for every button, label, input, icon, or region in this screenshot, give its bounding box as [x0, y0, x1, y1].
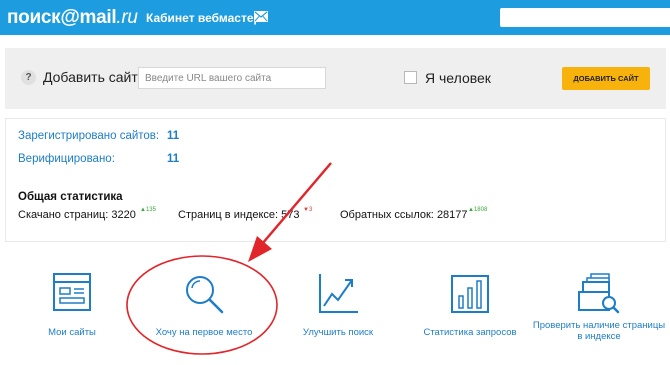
stats-card: Зарегистрировано сайтов: 11 Верифицирова… [5, 118, 666, 242]
backlinks-metric: Обратных ссылок: 28177 [340, 209, 468, 221]
growth-chart-icon [319, 274, 358, 313]
browser-window-icon [53, 273, 91, 311]
logo-mail: mail [79, 7, 117, 28]
human-checkbox[interactable] [404, 71, 417, 84]
human-checkbox-label[interactable]: Я человек [425, 70, 491, 86]
header-search-input[interactable] [500, 8, 670, 27]
action-first-place[interactable]: Хочу на первое место [150, 272, 258, 338]
mail-icon[interactable] [254, 11, 268, 22]
downloaded-pages-delta: ▲135 [140, 207, 156, 213]
site-url-input[interactable] [138, 67, 326, 89]
backlinks-label: Обратных ссылок: [340, 209, 434, 221]
indexed-pages-metric: Страниц в индексе: 573 [178, 209, 299, 221]
action-label[interactable]: Мои сайты [20, 327, 124, 338]
indexed-pages-delta: ▼3 [303, 207, 313, 213]
backlinks-value: 28177 [436, 209, 468, 221]
backlinks-delta: ▲1808 [468, 207, 488, 213]
action-improve-search[interactable]: Улучшить поиск [288, 272, 388, 338]
registered-sites-value[interactable]: 11 [167, 130, 179, 142]
downloaded-pages-metric: Скачано страниц: 3220 [18, 209, 136, 221]
action-check-index[interactable]: Проверить наличие страницы в индексе [532, 272, 666, 342]
bar-chart-icon [451, 275, 489, 313]
action-label[interactable]: Улучшить поиск [288, 327, 388, 338]
action-query-stats[interactable]: Статистика запросов [418, 272, 522, 338]
logo-at: @ [60, 6, 80, 28]
verified-sites-value[interactable]: 11 [167, 153, 179, 165]
add-site-button[interactable]: Добавить сайт [562, 67, 650, 90]
magnifier-icon [186, 276, 224, 314]
site-logo[interactable]: поиск@mail.ru [7, 6, 138, 28]
indexed-pages-label: Страниц в индексе: [178, 209, 279, 221]
registered-sites-label[interactable]: Зарегистрировано сайтов: [18, 130, 159, 142]
action-label[interactable]: Статистика запросов [418, 327, 522, 338]
general-stats-title: Общая статистика [18, 191, 123, 203]
indexed-pages-value: 573 [281, 209, 300, 221]
downloaded-pages-label: Скачано страниц: [18, 209, 109, 221]
action-label[interactable]: Хочу на первое место [150, 327, 258, 338]
top-header: поиск@mail.ru Кабинет вебмастера [0, 0, 670, 35]
action-label[interactable]: Проверить наличие страницы в индексе [532, 320, 666, 342]
help-icon[interactable]: ? [21, 70, 36, 85]
verified-sites-label[interactable]: Верифицировано: [18, 153, 115, 165]
logo-ru: .ru [116, 7, 138, 28]
webmaster-cabinet-link[interactable]: Кабинет вебмастера [146, 11, 268, 25]
document-search-icon [578, 273, 620, 314]
action-my-sites[interactable]: Мои сайты [20, 272, 124, 338]
logo-text: поиск [7, 7, 61, 28]
downloaded-pages-value: 3220 [111, 209, 136, 221]
add-site-label: Добавить сайт [43, 69, 138, 85]
add-site-bar: ? Добавить сайт Я человек Добавить сайт [5, 48, 666, 109]
